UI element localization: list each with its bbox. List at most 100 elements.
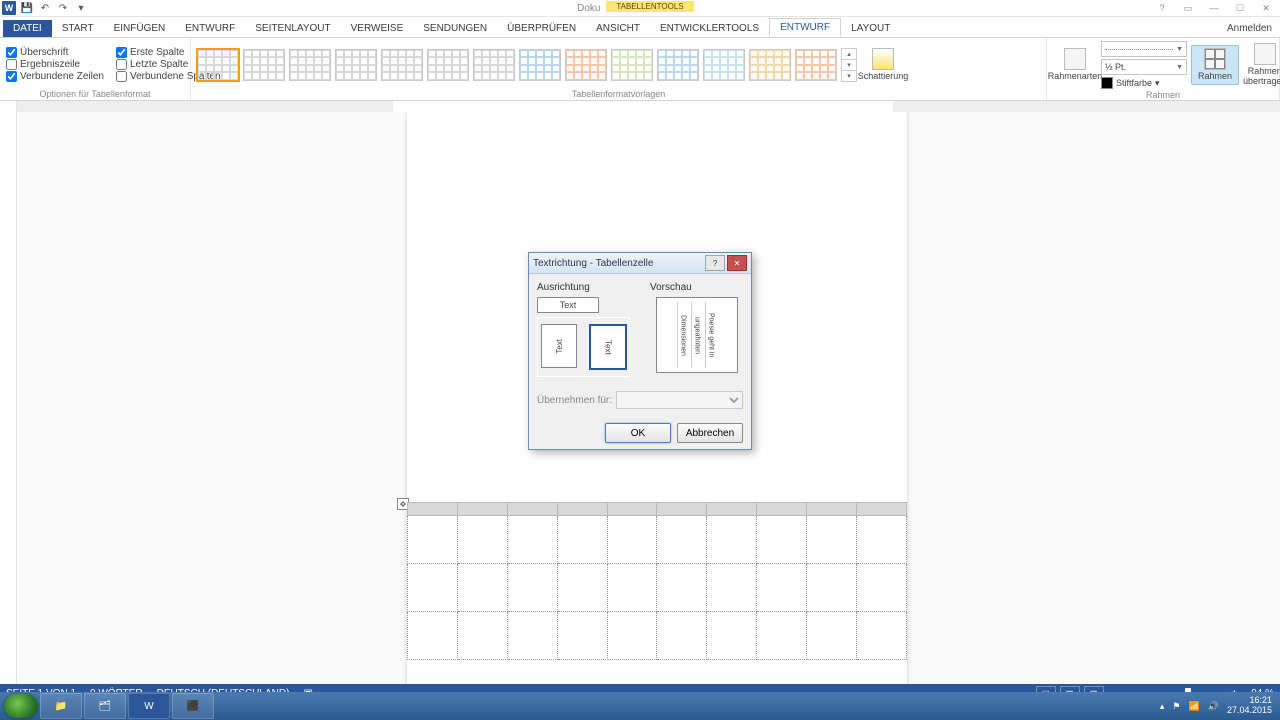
line-style-dropdown[interactable]: ▼ — [1101, 41, 1187, 57]
tab-mailings[interactable]: SENDUNGEN — [413, 20, 497, 37]
group-table-styles: ▴▾▾ Schattierung Tabellenformatvorlagen — [191, 38, 1047, 100]
group-label-options: Optionen für Tabellenformat — [6, 88, 184, 100]
windows-taskbar: 📁 🗂 W ⬛ ▴ ⚑ 📶 🔊 16:2127.04.2015 — [0, 692, 1280, 720]
tab-file[interactable]: DATEI — [3, 20, 52, 37]
border-styles-button[interactable]: Rahmenarten — [1053, 48, 1097, 82]
orientation-label: Ausrichtung — [537, 282, 630, 293]
undo-icon[interactable]: ↶ — [38, 1, 52, 15]
tray-flag-icon[interactable]: ⚑ — [1172, 701, 1180, 712]
borders-button[interactable]: Rahmen — [1191, 45, 1239, 85]
minimize-icon[interactable]: — — [1202, 1, 1226, 15]
tab-developer[interactable]: ENTWICKLERTOOLS — [650, 20, 769, 37]
group-label-borders: Rahmen — [1053, 89, 1273, 101]
check-header-row[interactable]: Überschrift — [6, 47, 104, 58]
group-table-style-options: Überschrift Erste Spalte Ergebniszeile L… — [0, 38, 191, 100]
table-style-12[interactable] — [703, 49, 745, 81]
maximize-icon[interactable]: ☐ — [1228, 1, 1252, 15]
tab-review[interactable]: ÜBERPRÜFEN — [497, 20, 586, 37]
dialog-title: Textrichtung - Tabellenzelle — [533, 258, 703, 269]
pen-color-swatch — [1101, 77, 1113, 89]
apply-to-row: Übernehmen für: — [537, 391, 743, 409]
tray-clock[interactable]: 16:2127.04.2015 — [1227, 696, 1272, 716]
table-style-14[interactable] — [795, 49, 837, 81]
preview-section: Vorschau Dimensionen ungeahnten Poesie g… — [650, 282, 743, 377]
orientation-vertical-down[interactable]: Text — [589, 324, 628, 370]
preview-box: Dimensionen ungeahnten Poesie geht in — [656, 297, 738, 373]
shading-button[interactable]: Schattierung — [861, 48, 905, 82]
table-style-9[interactable] — [565, 49, 607, 81]
gallery-scroll[interactable]: ▴▾▾ — [841, 48, 857, 82]
orientation-vertical-up[interactable]: Text — [540, 324, 579, 370]
task-explorer[interactable]: 📁 — [40, 693, 82, 719]
border-painter-icon — [1254, 43, 1276, 65]
table-style-11[interactable] — [657, 49, 699, 81]
save-icon[interactable]: 💾 — [20, 1, 34, 15]
apply-to-dropdown[interactable] — [616, 391, 743, 409]
dialog-help-icon[interactable]: ? — [705, 255, 725, 271]
table-style-13[interactable] — [749, 49, 791, 81]
word-icon: W — [2, 1, 16, 15]
preview-label: Vorschau — [650, 282, 743, 293]
quick-access-toolbar: W 💾 ↶ ↷ ▾ — [2, 1, 88, 15]
window-controls: ? ▭ — ☐ ✕ — [1150, 1, 1278, 15]
table-style-8[interactable] — [519, 49, 561, 81]
paint-bucket-icon — [872, 48, 894, 70]
tab-insert[interactable]: EINFÜGEN — [104, 20, 176, 37]
dialog-close-icon[interactable]: ✕ — [727, 255, 747, 271]
table-style-3[interactable] — [289, 49, 331, 81]
table-style-4[interactable] — [335, 49, 377, 81]
tab-references[interactable]: VERWEISE — [341, 20, 414, 37]
orientation-section: Ausrichtung Text Text Text — [537, 282, 630, 377]
system-tray: ▴ ⚑ 📶 🔊 16:2127.04.2015 — [1160, 696, 1276, 716]
tray-network-icon[interactable]: 📶 — [1189, 701, 1200, 712]
line-weight-dropdown[interactable]: ½ Pt.▼ — [1101, 59, 1187, 75]
start-button[interactable] — [4, 694, 38, 718]
border-style-icon — [1064, 48, 1086, 70]
ok-button[interactable]: OK — [605, 423, 671, 443]
redo-icon[interactable]: ↷ — [56, 1, 70, 15]
close-icon[interactable]: ✕ — [1254, 1, 1278, 15]
dialog-titlebar[interactable]: Textrichtung - Tabellenzelle ? ✕ — [529, 253, 751, 274]
ribbon: Überschrift Erste Spalte Ergebniszeile L… — [0, 38, 1280, 101]
tab-design[interactable]: ENTWURF — [175, 20, 245, 37]
table-style-5[interactable] — [381, 49, 423, 81]
border-controls: ▼ ½ Pt.▼ Stiftfarbe ▾ — [1101, 41, 1187, 89]
tab-view[interactable]: ANSICHT — [586, 20, 650, 37]
table-style-gallery[interactable]: ▴▾▾ — [197, 48, 857, 82]
pen-color-dropdown[interactable]: Stiftfarbe ▾ — [1101, 77, 1187, 89]
document-table[interactable] — [407, 502, 907, 660]
cancel-button[interactable]: Abbrechen — [677, 423, 743, 443]
ruler-vertical — [0, 112, 17, 694]
tab-pagelayout[interactable]: SEITENLAYOUT — [245, 20, 340, 37]
task-word[interactable]: W — [128, 693, 170, 719]
borders-grid-icon — [1204, 48, 1226, 70]
check-total-row[interactable]: Ergebniszeile — [6, 59, 104, 70]
table-style-7[interactable] — [473, 49, 515, 81]
help-icon[interactable]: ? — [1150, 1, 1174, 15]
table-style-2[interactable] — [243, 49, 285, 81]
tab-tabletools-layout[interactable]: LAYOUT — [841, 20, 900, 37]
signin-link[interactable]: Anmelden — [1219, 20, 1280, 37]
tab-start[interactable]: START — [52, 20, 104, 37]
tray-arrow-icon[interactable]: ▴ — [1160, 701, 1165, 712]
check-banded-rows[interactable]: Verbundene Zeilen — [6, 71, 104, 82]
group-borders: Rahmenarten ▼ ½ Pt.▼ Stiftfarbe ▾ Rahmen… — [1047, 38, 1280, 100]
task-app[interactable]: ⬛ — [172, 693, 214, 719]
ribbon-tabs: DATEI START EINFÜGEN ENTWURF SEITENLAYOU… — [0, 17, 1280, 38]
contextual-tab-label: TABELLENTOOLS — [600, 0, 700, 16]
task-folder[interactable]: 🗂 — [84, 693, 126, 719]
apply-to-label: Übernehmen für: — [537, 395, 612, 406]
table-style-1[interactable] — [197, 49, 239, 81]
table-style-10[interactable] — [611, 49, 653, 81]
titlebar: W 💾 ↶ ↷ ▾ Dokument1 - Word TABELLENTOOLS… — [0, 0, 1280, 17]
border-painter-button[interactable]: Rahmen übertragen — [1243, 43, 1280, 87]
group-label-styles: Tabellenformatvorlagen — [197, 88, 1040, 100]
qat-customize-icon[interactable]: ▾ — [74, 1, 88, 15]
ribbon-options-icon[interactable]: ▭ — [1176, 1, 1200, 15]
orientation-horizontal[interactable]: Text — [537, 297, 599, 313]
tab-tabletools-design[interactable]: ENTWURF — [769, 18, 841, 37]
text-direction-dialog: Textrichtung - Tabellenzelle ? ✕ Ausrich… — [528, 252, 752, 450]
tray-volume-icon[interactable]: 🔊 — [1208, 701, 1219, 712]
collapse-ribbon-icon[interactable]: ˇ — [1273, 84, 1276, 94]
table-style-6[interactable] — [427, 49, 469, 81]
